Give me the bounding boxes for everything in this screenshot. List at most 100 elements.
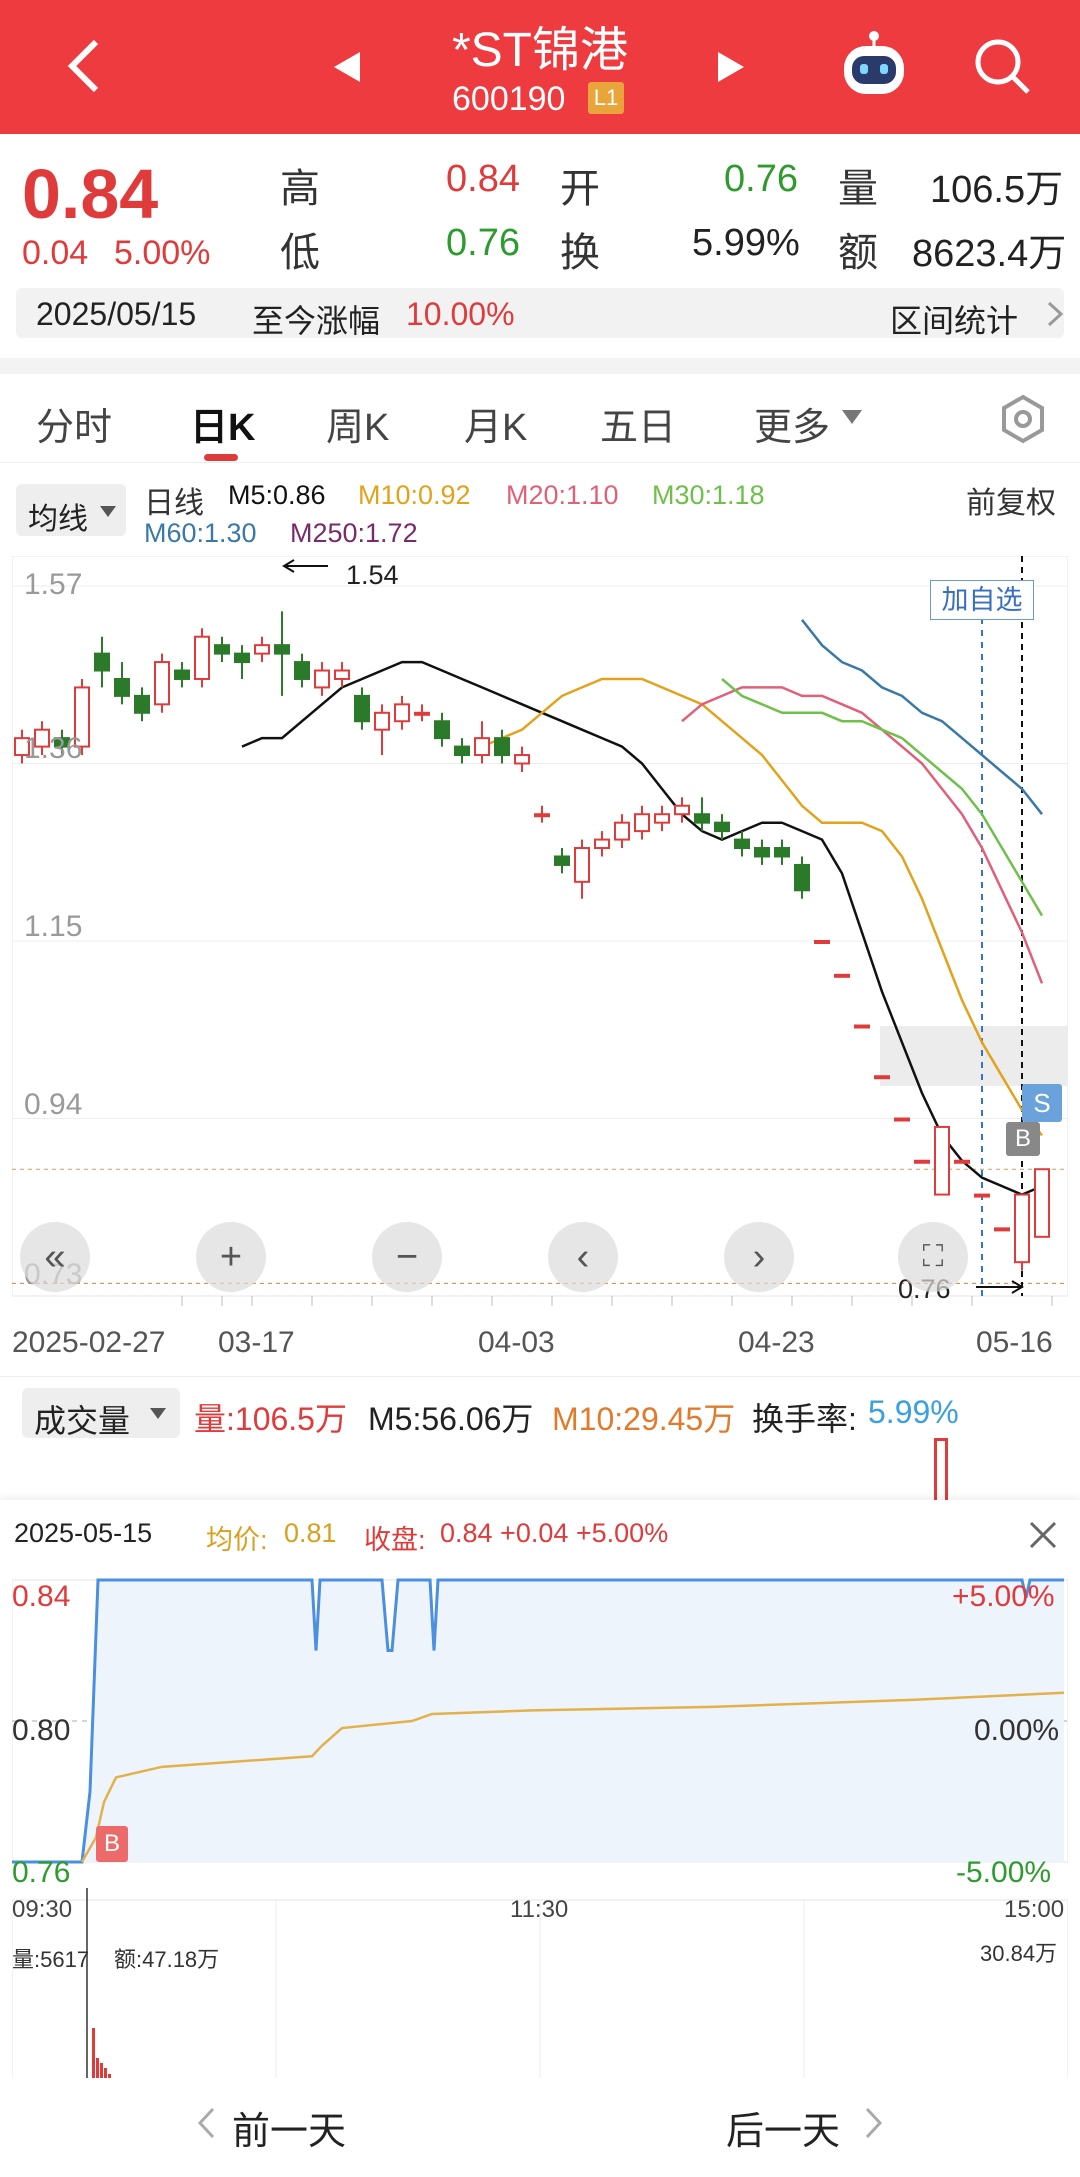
ma-selector[interactable]: 均线 [16, 484, 126, 536]
turnover-value: 5.99% [692, 222, 800, 264]
volume-m5: M5:56.06万 [368, 1401, 534, 1437]
intraday-volume-max: 30.84万 [980, 1941, 1058, 1966]
close-icon[interactable] [1028, 1520, 1058, 1550]
tab-monthly-k[interactable]: 月K [464, 396, 527, 451]
add-watchlist-button[interactable]: 加自选 [930, 580, 1034, 620]
scroll-left-button[interactable]: ‹ [548, 1222, 618, 1292]
candle-body [134, 694, 150, 714]
rewind-button[interactable]: « [20, 1222, 90, 1292]
volume-label: 量 [838, 167, 878, 211]
turnover-label: 换 [560, 231, 600, 275]
price-area [12, 1580, 1064, 1862]
tab-five-day[interactable]: 五日 [600, 396, 676, 451]
ma-m10: M10:0.92 [358, 480, 471, 510]
candle-body [314, 669, 330, 689]
period-tabs: 分时 日K 周K 月K 五日 更多 [0, 376, 1080, 463]
candle-body [1034, 1168, 1050, 1238]
level-badge: L1 [588, 82, 624, 114]
turnover-rate-label: 换手率: [752, 1401, 857, 1437]
turnover-rate-value: 5.99% [868, 1394, 959, 1430]
candle-body [854, 1024, 870, 1029]
candle-body [994, 1227, 1010, 1232]
y-tick-1: 1.57 [24, 568, 83, 601]
next-day-button[interactable]: 后一天 [726, 2100, 840, 2155]
divider [0, 358, 1080, 374]
scroll-right-button[interactable]: › [724, 1222, 794, 1292]
intraday-y-high: 0.84 [12, 1580, 71, 1613]
chevron-right-icon [1047, 301, 1064, 327]
zoom-out-button[interactable]: − [372, 1222, 442, 1292]
volume-bar [934, 1438, 948, 1500]
price-adjust-toggle[interactable]: 前复权 [966, 478, 1056, 522]
tab-intraday[interactable]: 分时 [36, 396, 112, 451]
intraday-buy-marker[interactable]: B [96, 1826, 128, 1862]
tab-weekly-k[interactable]: 周K [326, 396, 389, 451]
candle-body [494, 737, 510, 757]
intraday-y-low: 0.76 [12, 1856, 71, 1889]
candle-body [654, 813, 670, 824]
ma-line-m30 [721, 678, 1044, 917]
candle-body [874, 1075, 890, 1080]
intraday-y-mid: 0.80 [12, 1714, 71, 1747]
chevron-right-icon [865, 2107, 883, 2139]
intraday-lines [12, 1578, 1065, 1864]
kline-grid [12, 556, 1068, 1297]
stock-code: 600190 [452, 80, 566, 118]
indicator-selector[interactable]: 成交量 [22, 1388, 180, 1439]
active-tab-indicator [204, 454, 238, 461]
candle-body [194, 635, 210, 680]
range-bar[interactable]: 2025/05/15 至今涨幅 10.00% 区间统计 [16, 288, 1064, 339]
candle-body [254, 644, 270, 655]
range-stats-link[interactable]: 区间统计 [890, 296, 1018, 342]
candle-body [374, 711, 390, 731]
robot-assistant-icon[interactable] [838, 30, 910, 102]
x-tick-5: 05-16 [976, 1326, 1053, 1359]
open-label: 开 [560, 167, 600, 211]
tab-more[interactable]: 更多 [754, 396, 830, 451]
stock-title: *ST锦港 [451, 24, 629, 77]
x-tick-1: 2025-02-27 [12, 1326, 166, 1359]
x-tick-2: 03-17 [218, 1326, 295, 1359]
candle-body [794, 863, 810, 892]
candle-body [414, 711, 430, 716]
ma-m30: M30:1.18 [652, 480, 765, 510]
intraday-pct-high: +5.00% [952, 1580, 1055, 1613]
tab-daily-k[interactable]: 日K [190, 396, 255, 451]
volume-value: 106.5万 [930, 169, 1064, 211]
low-label: 低 [280, 231, 320, 275]
avg-label: 均价: [206, 1525, 268, 1555]
current-price: 0.84 [22, 155, 159, 233]
settings-icon[interactable] [998, 394, 1048, 444]
caret-down-icon [842, 410, 862, 424]
intraday-volume [86, 1888, 1055, 2088]
intraday-chart[interactable] [12, 1572, 1068, 2092]
candle-body [214, 644, 230, 655]
intraday-x-start: 09:30 [12, 1896, 73, 1923]
zoom-in-button[interactable]: + [196, 1222, 266, 1292]
kline-chart[interactable] [12, 556, 1068, 1306]
search-icon[interactable] [972, 36, 1032, 96]
amount-value: 8623.4万 [912, 233, 1067, 275]
candle-body [834, 973, 850, 978]
sell-marker[interactable]: S [1022, 1084, 1062, 1122]
candle-body [934, 1125, 950, 1196]
volume-amount: 量:106.5万 [194, 1401, 347, 1437]
close-label: 收盘: [364, 1525, 426, 1555]
prev-stock-icon[interactable] [332, 50, 362, 84]
ma-m250: M250:1.72 [290, 518, 418, 548]
candle-body [274, 644, 290, 655]
intraday-amount-label: 额:47.18万 [114, 1947, 220, 1972]
fullscreen-button[interactable]: ⛶ [898, 1222, 968, 1292]
candle-body [354, 694, 370, 723]
candle-body [114, 677, 130, 697]
candle-body [394, 703, 410, 723]
buy-marker[interactable]: B [1006, 1122, 1040, 1156]
amount-label: 额 [838, 231, 878, 275]
back-icon[interactable] [64, 38, 104, 94]
close-value: 0.84 +0.04 +5.00% [440, 1518, 669, 1548]
top-bar: *ST锦港 600190 L1 [0, 0, 1080, 134]
next-stock-icon[interactable] [716, 50, 746, 84]
prev-day-button[interactable]: 前一天 [232, 2100, 346, 2155]
ma-line-label: 日线 [144, 487, 204, 520]
open-value: 0.76 [724, 158, 798, 200]
